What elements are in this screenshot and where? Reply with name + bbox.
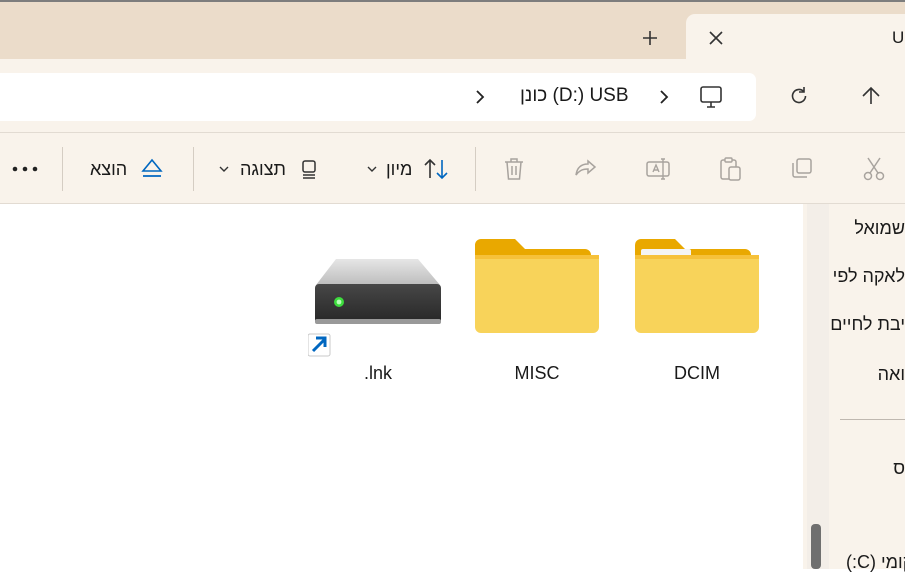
- folder-icon: [475, 239, 599, 333]
- eject-icon: [141, 158, 163, 177]
- toolbar-divider: [62, 147, 63, 191]
- paste-icon: [720, 157, 741, 181]
- scrollbar[interactable]: [807, 204, 829, 569]
- copy-button[interactable]: [788, 153, 816, 185]
- cut-button[interactable]: [860, 153, 888, 185]
- cut-icon: [863, 157, 885, 181]
- share-button[interactable]: [572, 153, 600, 185]
- nav-item[interactable]: שמואל: [854, 218, 905, 239]
- command-bar: הוצא תצוגה מיון: [0, 133, 905, 204]
- refresh-button[interactable]: [784, 81, 814, 111]
- tab-active[interactable]: U: [686, 14, 905, 61]
- chevron-down-icon: [219, 166, 229, 172]
- folder-name: MISC: [514, 363, 560, 383]
- nav-item-drive-c[interactable]: קומי (C:): [846, 552, 905, 573]
- toolbar-divider: [193, 147, 194, 191]
- delete-button[interactable]: [500, 153, 528, 185]
- sort-button[interactable]: מיון: [366, 153, 450, 185]
- monitor-icon[interactable]: [697, 83, 725, 111]
- rename-button[interactable]: [644, 153, 672, 185]
- rename-icon: [646, 158, 670, 180]
- copy-icon: [792, 158, 812, 178]
- file-item-lnk[interactable]: .lnk: [308, 229, 448, 389]
- paste-button[interactable]: [716, 153, 744, 185]
- nav-item[interactable]: יבת לחיים: [830, 314, 905, 335]
- nav-item[interactable]: ס: [893, 458, 905, 479]
- sort-icon: [424, 158, 448, 180]
- more-icon: [12, 166, 38, 172]
- view-label: תצוגה: [240, 158, 286, 179]
- nav-item[interactable]: לאקה לפי: [833, 266, 905, 287]
- more-button[interactable]: [10, 153, 40, 185]
- file-name: .lnk: [363, 363, 392, 383]
- new-tab-button[interactable]: [634, 22, 666, 54]
- plus-icon: [643, 31, 657, 45]
- eject-label: הוצא: [90, 158, 128, 179]
- arrow-up-icon: [862, 86, 880, 104]
- breadcrumb-drive[interactable]: כונן (D:) USB: [520, 85, 629, 107]
- scrollbar-thumb[interactable]: [811, 524, 821, 569]
- nav-divider: [840, 419, 905, 420]
- tab-title: U: [892, 28, 905, 47]
- tab-bar: U: [0, 0, 905, 61]
- up-button[interactable]: [856, 81, 886, 111]
- chevron-down-icon: [367, 166, 377, 172]
- sort-label: מיון: [386, 158, 413, 179]
- share-icon: [575, 159, 597, 176]
- drive-shortcut-icon: [308, 259, 441, 357]
- folder-icon: [635, 239, 759, 333]
- tab-close-button[interactable]: [700, 22, 732, 54]
- file-view[interactable]: .lnk MISC DCIM: [0, 204, 803, 569]
- address-bar[interactable]: כונן (D:) USB: [0, 73, 756, 121]
- delete-icon: [505, 158, 523, 180]
- folder-item-dcim[interactable]: DCIM: [627, 229, 767, 389]
- toolbar-divider: [475, 147, 476, 191]
- folder-item-misc[interactable]: MISC: [467, 229, 607, 389]
- nav-item[interactable]: ואה: [878, 364, 905, 385]
- view-button[interactable]: תצוגה: [218, 153, 320, 185]
- close-icon: [709, 31, 723, 45]
- view-icon: [302, 160, 316, 179]
- chevron-right-icon[interactable]: [652, 85, 676, 109]
- address-bar-row: כונן (D:) USB: [0, 59, 905, 133]
- chevron-right-icon[interactable]: [468, 85, 492, 109]
- folder-name: DCIM: [674, 363, 720, 383]
- refresh-icon: [791, 87, 807, 104]
- eject-button[interactable]: הוצא: [90, 153, 165, 185]
